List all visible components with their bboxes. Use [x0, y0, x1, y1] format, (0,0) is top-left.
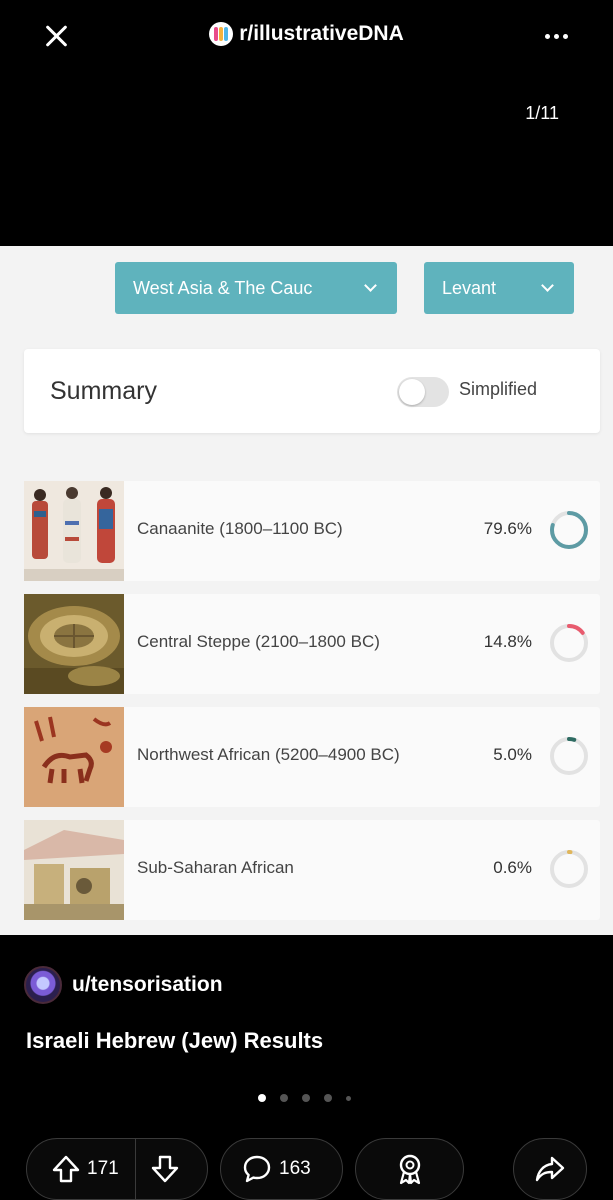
result-row[interactable]: Sub-Saharan African 0.6% [24, 820, 600, 920]
subreddit-name: r/illustrativeDNA [239, 22, 404, 45]
simplified-toggle[interactable] [397, 377, 449, 407]
carousel-dot [346, 1095, 351, 1101]
result-name: Canaanite (1800–1100 BC) [137, 519, 343, 538]
upvote-button[interactable] [51, 1154, 81, 1184]
vote-count: 171 [87, 1158, 119, 1179]
simplified-toggle-label: Simplified [459, 379, 538, 399]
share-button[interactable] [513, 1138, 587, 1200]
central-steppe-thumbnail [24, 594, 124, 694]
downvote-button[interactable] [150, 1154, 180, 1184]
author-name: u/tensorisation [72, 973, 223, 996]
result-donut-chart [550, 624, 588, 662]
summary-title: Summary [50, 377, 157, 405]
comment-bubble-icon [243, 1155, 271, 1183]
comment-count: 163 [279, 1158, 311, 1179]
award-button[interactable] [355, 1138, 464, 1200]
result-row[interactable]: Central Steppe (2100–1800 BC) 14.8% [24, 594, 600, 694]
more-horizontal-icon[interactable] [543, 24, 569, 48]
upvote-arrow-icon [52, 1155, 80, 1183]
result-row[interactable]: Northwest African (5200–4900 BC) 5.0% [24, 707, 600, 807]
region-dropdown-label: West Asia & The Cauc [133, 277, 313, 298]
result-percent: 14.8% [483, 632, 532, 651]
share-arrow-icon [535, 1156, 565, 1182]
carousel-dot [302, 1094, 310, 1102]
subreddit-link[interactable]: r/illustrativeDNA [209, 22, 404, 46]
result-name: Central Steppe (2100–1800 BC) [137, 632, 380, 651]
sub-saharan-african-thumbnail [24, 820, 124, 920]
result-donut-chart [550, 511, 588, 549]
avatar [24, 966, 62, 1004]
region-dropdown[interactable]: West Asia & The Cauc [115, 262, 397, 314]
result-donut-chart [550, 737, 588, 775]
top-bar: r/illustrativeDNA [0, 0, 613, 70]
comment-button[interactable]: 163 [220, 1138, 343, 1200]
subregion-dropdown-label: Levant [442, 277, 497, 298]
downvote-arrow-icon [152, 1155, 179, 1183]
vote-bar: 171 [26, 1138, 208, 1200]
chevron-down-icon [541, 279, 554, 292]
result-donut-chart [550, 850, 588, 888]
summary-card: Summary Simplified [24, 349, 600, 433]
result-name: Northwest African (5200–4900 BC) [137, 745, 400, 764]
canaanite-thumbnail [24, 481, 124, 581]
carousel-dot-active [258, 1094, 266, 1102]
result-name: Sub-Saharan African [137, 858, 294, 877]
subregion-dropdown[interactable]: Levant [424, 262, 574, 314]
carousel-dot [280, 1094, 288, 1102]
chevron-down-icon [364, 279, 377, 292]
northwest-african-thumbnail [24, 707, 124, 807]
result-percent: 0.6% [493, 858, 532, 877]
post-author[interactable]: u/tensorisation [24, 966, 223, 1004]
post-title: Israeli Hebrew (Jew) Results [26, 1028, 324, 1053]
carousel-dots [258, 1094, 351, 1102]
carousel-dot [324, 1094, 332, 1102]
result-row[interactable]: Canaanite (1800–1100 BC) 79.6% [24, 481, 600, 581]
result-percent: 5.0% [493, 745, 532, 764]
image-pager: 1/11 [525, 103, 559, 123]
award-icon [399, 1154, 420, 1185]
subreddit-header: r/illustrativeDNA [0, 22, 613, 47]
post-image[interactable]: West Asia & The Cauc Levant Summary Simp… [0, 246, 613, 935]
result-percent: 79.6% [483, 519, 532, 538]
subreddit-logo-icon [209, 22, 234, 46]
